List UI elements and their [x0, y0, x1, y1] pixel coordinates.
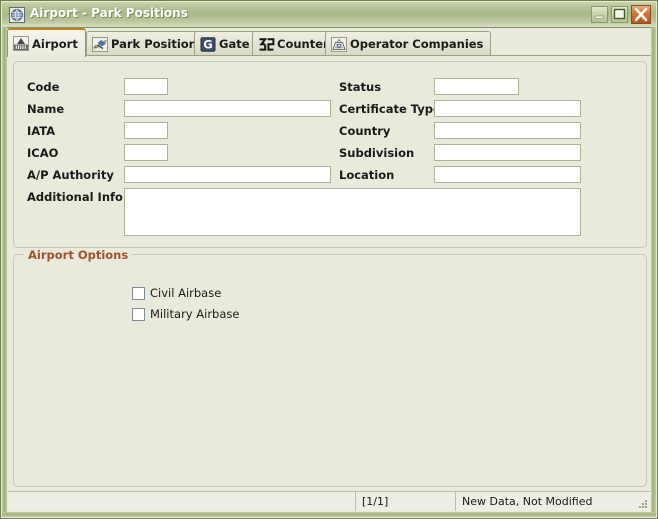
minimize-button[interactable] — [591, 6, 608, 23]
additional-info-textarea[interactable] — [124, 188, 581, 236]
certificate-type-input[interactable] — [434, 100, 581, 117]
status-message-cell — [8, 492, 355, 511]
label-additional-info: Additional Info — [27, 190, 123, 204]
label-certificate-type: Certificate Type — [339, 102, 441, 116]
tab-label: Park Positions — [111, 37, 204, 51]
location-input[interactable] — [434, 166, 581, 183]
tab-airport[interactable]: Airport — [7, 28, 86, 57]
checkbox-label: Military Airbase — [150, 307, 240, 321]
tab-gate[interactable]: G Gate — [194, 31, 258, 56]
tab-label: Counter — [277, 37, 329, 51]
code-input[interactable] — [124, 78, 168, 95]
park-positions-icon — [92, 36, 108, 52]
airport-tower-icon — [13, 36, 29, 51]
record-counter-cell: [1/1] — [355, 492, 455, 511]
gate-letter-g-icon: G — [200, 36, 216, 52]
checkbox-military-airbase[interactable]: Military Airbase — [132, 307, 239, 321]
close-button[interactable] — [631, 5, 651, 24]
checkbox-box-icon[interactable] — [132, 286, 145, 300]
airport-options-title: Airport Options — [24, 248, 133, 262]
tab-park-positions[interactable]: Park Positions — [86, 31, 212, 56]
ap-authority-input[interactable] — [124, 166, 331, 183]
airport-details-panel: Code Name IATA ICAO A/P Authority Additi… — [13, 61, 647, 248]
airport-options-panel: Airport Options Civil Airbase Military A… — [13, 248, 647, 487]
country-input[interactable] — [434, 122, 581, 139]
data-state-cell: New Data, Not Modified — [455, 492, 650, 511]
checkbox-civil-airbase[interactable]: Civil Airbase — [132, 286, 221, 300]
svg-text:G: G — [203, 37, 212, 51]
tab-label: Airport — [32, 36, 78, 51]
operator-companies-icon — [331, 36, 347, 52]
label-iata: IATA — [27, 124, 56, 138]
application-window: Airport - Park Positions Airport Park Po… — [0, 0, 658, 519]
label-subdivision: Subdivision — [339, 146, 415, 160]
label-country: Country — [339, 124, 391, 138]
status-input[interactable] — [434, 78, 519, 95]
window-frame-bottom — [2, 512, 656, 517]
window-frame-right — [651, 27, 656, 517]
label-location: Location — [339, 168, 395, 182]
icao-input[interactable] — [124, 144, 168, 161]
tab-label: Gate — [219, 37, 250, 51]
checkbox-label: Civil Airbase — [150, 286, 222, 300]
name-input[interactable] — [124, 100, 331, 117]
window-frame-left — [2, 27, 7, 517]
tab-operator-companies[interactable]: Operator Companies — [325, 31, 492, 56]
tab-counter[interactable]: Counter — [252, 31, 337, 56]
checkbox-box-icon[interactable] — [132, 307, 145, 321]
counter-digits-icon — [258, 37, 275, 52]
status-bar: [1/1] New Data, Not Modified — [8, 491, 650, 511]
window-title: Airport - Park Positions — [30, 6, 188, 20]
tab-bar-separator — [7, 55, 651, 56]
tab-label: Operator Companies — [350, 37, 484, 51]
iata-input[interactable] — [124, 122, 168, 139]
label-name: Name — [27, 102, 65, 116]
label-code: Code — [27, 80, 60, 94]
globe-document-icon — [9, 7, 25, 23]
label-icao: ICAO — [27, 146, 59, 160]
label-ap-authority: A/P Authority — [27, 168, 114, 182]
title-bar[interactable]: Airport - Park Positions — [2, 2, 656, 28]
subdivision-input[interactable] — [434, 144, 581, 161]
label-status: Status — [339, 80, 382, 94]
maximize-button[interactable] — [611, 6, 628, 23]
tab-bar: Airport Park Positions G Gate Counter Op… — [7, 28, 651, 57]
resize-grip-icon[interactable] — [637, 498, 649, 510]
